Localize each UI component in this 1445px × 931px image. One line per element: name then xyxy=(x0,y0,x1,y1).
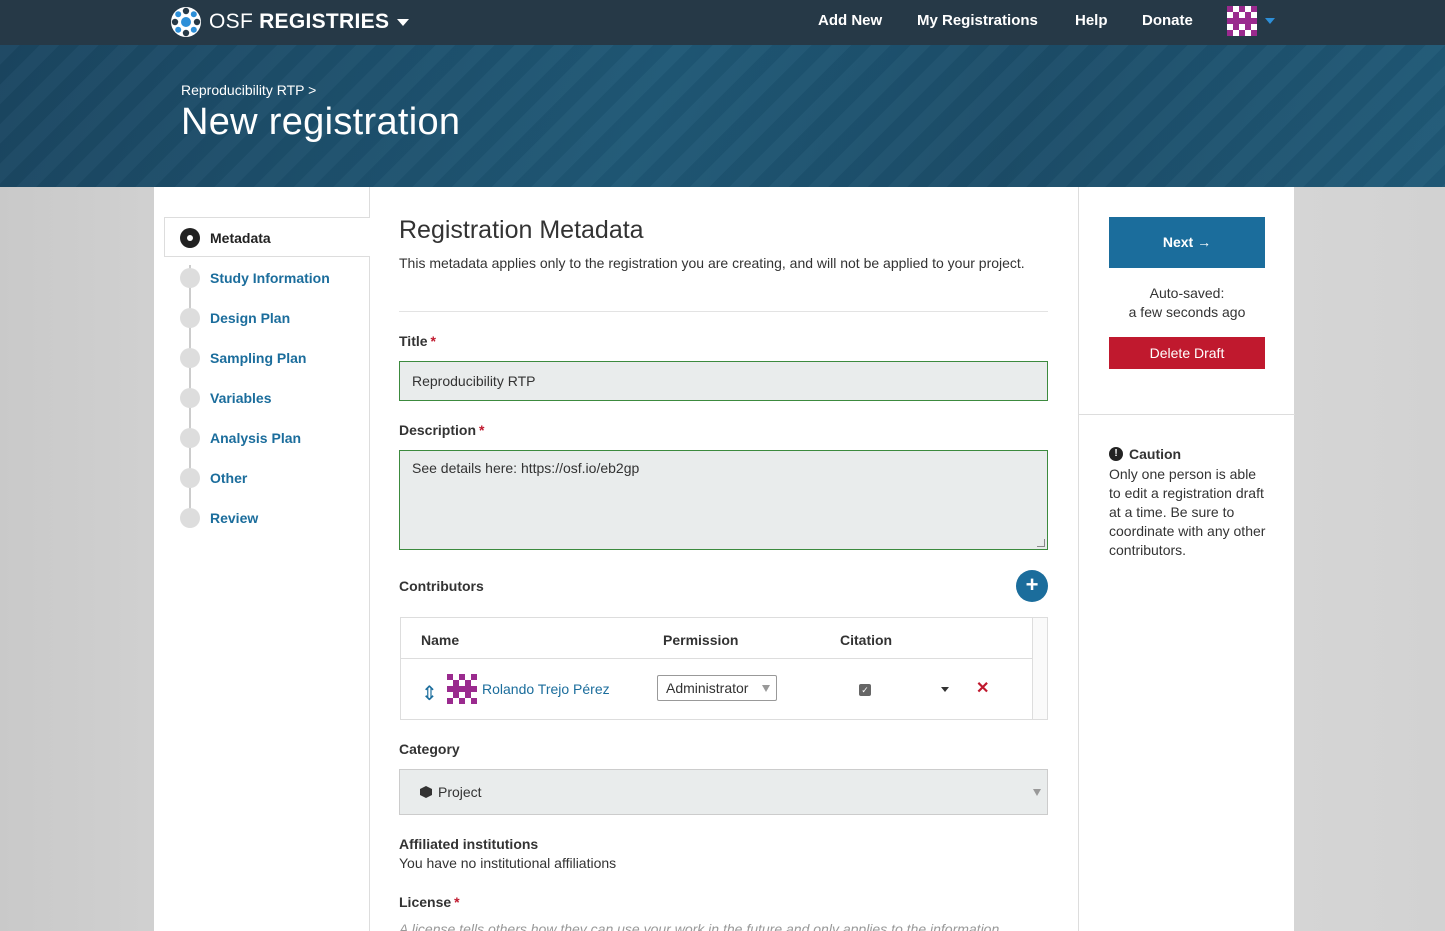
add-contributor-button[interactable]: + xyxy=(1016,570,1048,602)
next-label: Next xyxy=(1162,234,1194,250)
resize-handle-icon[interactable] xyxy=(1037,539,1045,547)
step-dot-icon xyxy=(180,508,200,528)
permission-value: Administrator xyxy=(666,680,749,696)
table-divider xyxy=(401,658,1033,659)
nav-add-new[interactable]: Add New xyxy=(818,12,882,29)
required-mark: * xyxy=(430,333,436,349)
select-caret-icon xyxy=(762,685,770,692)
section-description: This metadata applies only to the regist… xyxy=(399,255,1025,271)
title-label-text: Title xyxy=(399,333,428,349)
required-mark: * xyxy=(479,422,485,438)
remove-contributor-icon[interactable]: ✕ xyxy=(976,678,989,698)
select-caret-icon xyxy=(1033,789,1041,796)
column-header-name: Name xyxy=(421,632,460,648)
divider xyxy=(399,311,1048,312)
chevron-down-icon xyxy=(397,18,410,26)
drag-handle-icon[interactable]: ⇕ xyxy=(421,681,438,706)
license-label-text: License xyxy=(399,894,452,910)
autosave-label: Auto-saved: xyxy=(1149,285,1225,301)
cube-icon xyxy=(420,786,432,798)
step-label: Variables xyxy=(210,390,272,406)
expand-row-chevron-icon[interactable] xyxy=(941,687,949,692)
affiliated-text: You have no institutional affiliations xyxy=(399,855,617,871)
step-dot-icon xyxy=(180,308,200,328)
caution-text: Only one person is able to edit a regist… xyxy=(1109,466,1266,558)
step-label: Design Plan xyxy=(210,310,291,326)
column-header-citation: Citation xyxy=(840,632,893,648)
step-dot-icon xyxy=(180,428,200,448)
license-description: A license tells others how they can use … xyxy=(399,921,1000,931)
step-metadata[interactable]: Metadata xyxy=(180,228,271,248)
user-menu-chevron-icon[interactable] xyxy=(1265,18,1275,24)
step-dot-icon xyxy=(180,388,200,408)
step-label: Metadata xyxy=(210,230,271,246)
metadata-form: Registration Metadata This metadata appl… xyxy=(370,187,1078,931)
divider xyxy=(1079,414,1295,415)
category-value: Project xyxy=(438,784,482,800)
actions-sidebar: Next → Auto-saved: a few seconds ago Del… xyxy=(1078,187,1295,931)
step-review[interactable]: Review xyxy=(180,508,258,528)
category-select[interactable]: Project xyxy=(399,769,1048,815)
description-value: See details here: https://osf.io/eb2gp xyxy=(412,460,640,476)
exclamation-circle-icon: ! xyxy=(1109,447,1123,461)
step-design-plan[interactable]: Design Plan xyxy=(180,308,290,328)
title-label: Title * xyxy=(399,333,436,349)
step-label: Sampling Plan xyxy=(210,350,307,366)
step-other[interactable]: Other xyxy=(180,468,247,488)
nav-help[interactable]: Help xyxy=(1075,12,1108,29)
step-dot-icon xyxy=(180,348,200,368)
required-mark: * xyxy=(454,894,460,910)
contributors-label: Contributors xyxy=(399,578,484,594)
step-label: Analysis Plan xyxy=(210,430,302,446)
description-textarea[interactable]: See details here: https://osf.io/eb2gp xyxy=(399,450,1048,550)
caution-heading: ! Caution xyxy=(1109,446,1181,462)
nav-donate[interactable]: Donate xyxy=(1142,12,1193,29)
permission-select[interactable]: Administrator xyxy=(657,675,777,701)
step-label: Study Information xyxy=(210,270,330,286)
contributor-avatar xyxy=(447,674,477,704)
caution-title-text: Caution xyxy=(1129,446,1182,462)
step-analysis-plan[interactable]: Analysis Plan xyxy=(180,428,301,448)
brand-osf-text: OSF xyxy=(209,10,254,33)
user-avatar[interactable] xyxy=(1227,6,1257,36)
step-dot-icon xyxy=(180,268,200,288)
citation-checkbox[interactable]: ✓ xyxy=(859,684,871,696)
step-label: Other xyxy=(210,470,248,486)
arrow-right-icon: → xyxy=(1197,234,1212,250)
table-scrollbar[interactable] xyxy=(1032,618,1047,719)
contributor-name-link[interactable]: Rolando Trejo Pérez xyxy=(482,681,610,697)
affiliated-label: Affiliated institutions xyxy=(399,836,539,852)
steps-sidebar: Metadata Study Information Design Plan S… xyxy=(154,187,371,931)
step-dot-icon xyxy=(180,468,200,488)
breadcrumb[interactable]: Reproducibility RTP > xyxy=(181,82,316,98)
step-variables[interactable]: Variables xyxy=(180,388,272,408)
delete-draft-button[interactable]: Delete Draft xyxy=(1109,337,1265,369)
description-label-text: Description xyxy=(399,422,477,438)
section-title: Registration Metadata xyxy=(399,216,644,244)
title-input[interactable]: Reproducibility RTP xyxy=(399,361,1048,401)
brand-registries-text: REGISTRIES xyxy=(259,10,390,33)
description-label: Description * xyxy=(399,422,484,438)
brand-menu[interactable]: OSF REGISTRIES xyxy=(169,5,410,39)
step-active-icon xyxy=(180,228,200,248)
column-header-permission: Permission xyxy=(663,632,739,648)
page-title: New registration xyxy=(181,101,461,143)
next-button[interactable]: Next → xyxy=(1109,217,1265,268)
category-label: Category xyxy=(399,741,460,757)
step-label: Review xyxy=(210,510,259,526)
osf-logo-icon xyxy=(171,7,201,37)
step-sampling-plan[interactable]: Sampling Plan xyxy=(180,348,306,368)
hero-banner: Reproducibility RTP > New registration xyxy=(0,45,1445,187)
step-study-information[interactable]: Study Information xyxy=(180,268,330,288)
contributors-table: Name Permission Citation ⇕ Rolando Trejo… xyxy=(400,617,1048,720)
top-navbar: OSF REGISTRIES Add New My Registrations … xyxy=(0,0,1445,45)
autosave-status: Auto-saved: a few seconds ago xyxy=(1109,284,1265,322)
nav-my-registrations[interactable]: My Registrations xyxy=(917,12,1038,29)
license-label: License * xyxy=(399,894,460,910)
autosave-time: a few seconds ago xyxy=(1128,304,1246,320)
